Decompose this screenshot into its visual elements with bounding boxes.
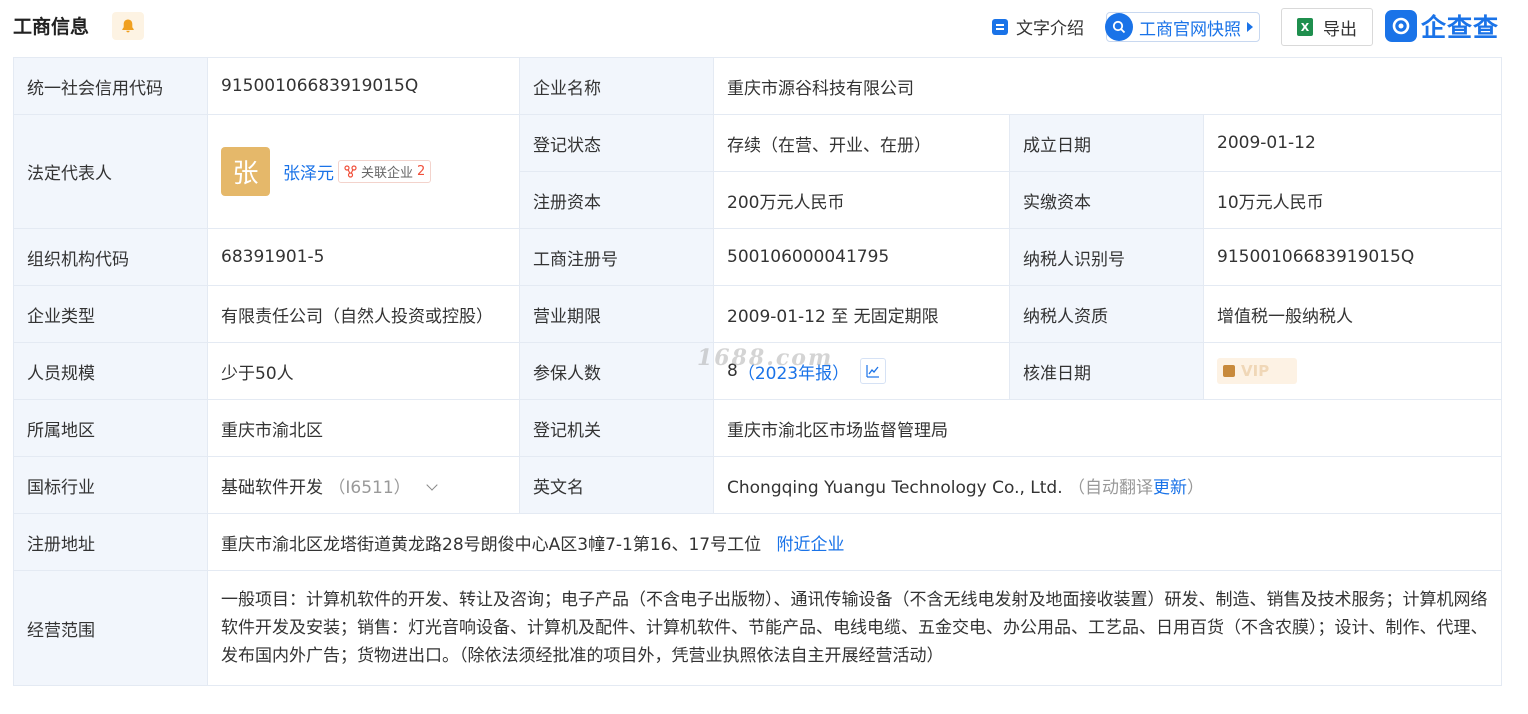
document-icon: [992, 18, 1008, 35]
vip-locked-badge[interactable]: VIP: [1217, 358, 1297, 384]
field-label: 组织机构代码: [13, 228, 208, 286]
lock-icon: [1223, 365, 1235, 377]
company-name-value: 重庆市源谷科技有限公司: [712, 57, 1503, 115]
avatar: 张: [221, 147, 270, 196]
insured-trend-button[interactable]: [860, 358, 887, 384]
field-label: 纳税人资质: [1009, 285, 1204, 343]
watermark: 1688.com: [697, 345, 834, 371]
field-label: 人员规模: [13, 342, 208, 400]
org-code-value: 68391901-5: [207, 228, 520, 286]
field-label: 统一社会信用代码: [13, 57, 208, 115]
legal-rep-link[interactable]: 张泽元: [283, 159, 334, 184]
field-label: 成立日期: [1009, 114, 1204, 172]
field-label: 企业类型: [13, 285, 208, 343]
table-row: 统一社会信用代码 91500106683919015Q 企业名称 重庆市源谷科技…: [13, 57, 1503, 115]
snapshot-search-icon: [1105, 13, 1133, 41]
found-date-value: 2009-01-12: [1202, 114, 1503, 172]
field-label: 经营范围: [13, 570, 208, 686]
reg-status-value: 存续（在营、开业、在册）: [713, 114, 1010, 172]
field-label: 工商注册号: [519, 228, 714, 286]
credit-code-value: 91500106683919015Q: [207, 57, 520, 115]
text-intro-label: 文字介绍: [1016, 19, 1084, 39]
export-label: 导出: [1323, 19, 1357, 40]
company-type-value: 有限责任公司（自然人投资或控股）: [207, 285, 520, 343]
field-label: 注册资本: [519, 171, 714, 229]
approve-date-cell: VIP: [1202, 342, 1503, 400]
related-label: 关联企业: [361, 166, 414, 181]
biz-reg-no-value: 500106000041795: [713, 228, 1010, 286]
section-title: 工商信息: [13, 16, 90, 38]
industry-code: （I6511）: [328, 477, 411, 498]
field-label: 国标行业: [13, 456, 208, 514]
address-cell: 重庆市渝北区龙塔街道黄龙路28号朗俊中心A区3幢7-1第16、17号工位 附近企…: [206, 513, 1503, 571]
table-row: 企业类型 有限责任公司（自然人投资或控股） 营业期限 2009-01-12 至 …: [13, 285, 1503, 343]
table-row: 注册地址 重庆市渝北区龙塔街道黄龙路28号朗俊中心A区3幢7-1第16、17号工…: [13, 513, 1503, 571]
reg-authority-value: 重庆市渝北区市场监督管理局: [712, 399, 1503, 457]
field-label: 登记机关: [519, 399, 714, 457]
text-intro-button[interactable]: 文字介绍: [992, 14, 1084, 39]
table-row: 经营范围 一般项目：计算机软件的开发、转让及咨询；电子产品（不含电子出版物）、通…: [13, 570, 1503, 686]
table-row: 所属地区 重庆市渝北区 登记机关 重庆市渝北区市场监督管理局: [13, 399, 1503, 457]
field-label: 登记状态: [519, 114, 714, 172]
qcc-logo-icon: [1385, 10, 1417, 42]
business-scope-value: 一般项目：计算机软件的开发、转让及咨询；电子产品（不含电子出版物）、通讯传输设备…: [206, 570, 1503, 686]
logo-text: 企查查: [1421, 13, 1500, 42]
field-label: 企业名称: [519, 57, 714, 115]
address-value: 重庆市渝北区龙塔街道黄龙路28号朗俊中心A区3幢7-1第16、17号工位: [221, 534, 762, 555]
close-paren: ）: [1187, 477, 1205, 498]
legal-rep-cell: 张 张泽元 关联企业 2: [207, 114, 520, 229]
field-label: 注册地址: [13, 513, 208, 571]
business-info-table: 统一社会信用代码 91500106683919015Q 企业名称 重庆市源谷科技…: [13, 57, 1503, 686]
english-name-cell: Chongqing Yuangu Technology Co., Ltd. （自…: [712, 456, 1503, 514]
section-header: 工商信息 文字介绍 工商官网快照 X 导出 企查查: [0, 0, 1528, 57]
field-label: 核准日期: [1009, 342, 1204, 400]
reg-capital-value: 200万元人民币: [713, 171, 1010, 229]
region-value: 重庆市渝北区: [207, 399, 520, 457]
industry-cell[interactable]: 基础软件开发 （I6511）: [207, 456, 520, 514]
excel-icon: X: [1297, 18, 1313, 36]
staff-size-value: 少于50人: [207, 342, 520, 400]
snapshot-label: 工商官网快照: [1139, 19, 1241, 40]
chevron-down-icon[interactable]: [426, 478, 438, 491]
table-row: 法定代表人 张 张泽元 关联企业 2 登记状态 存续（在营、开业、在册） 成立日…: [13, 114, 1503, 229]
english-name-value: Chongqing Yuangu Technology Co., Ltd.: [727, 477, 1063, 498]
table-row: 组织机构代码 68391901-5 工商注册号 500106000041795 …: [13, 228, 1503, 286]
official-snapshot-button[interactable]: 工商官网快照: [1105, 12, 1260, 42]
field-label: 纳税人识别号: [1009, 228, 1204, 286]
subscribe-bell-button[interactable]: [112, 12, 144, 40]
field-label: 英文名: [519, 456, 714, 514]
relation-icon: [344, 165, 357, 178]
field-label: 所属地区: [13, 399, 208, 457]
caret-right-icon: [1247, 22, 1253, 32]
table-row: 国标行业 基础软件开发 （I6511） 英文名 Chongqing Yuangu…: [13, 456, 1503, 514]
bell-icon: [122, 19, 134, 33]
taxpayer-id-value: 91500106683919015Q: [1202, 228, 1503, 286]
biz-term-value: 2009-01-12 至 无固定期限: [713, 285, 1010, 343]
taxpayer-qual-value: 增值税一般纳税人: [1202, 285, 1503, 343]
field-label: 参保人数: [519, 342, 714, 400]
chart-icon: [866, 365, 880, 378]
export-button[interactable]: X 导出: [1281, 8, 1373, 46]
related-count: 2: [417, 164, 426, 179]
field-label: 营业期限: [519, 285, 714, 343]
paid-capital-value: 10万元人民币: [1202, 171, 1503, 229]
field-label: 实缴资本: [1009, 171, 1204, 229]
update-translation-link[interactable]: 更新: [1153, 478, 1187, 498]
nearby-companies-link[interactable]: 附近企业: [777, 535, 845, 555]
industry-value: 基础软件开发: [221, 477, 323, 498]
related-companies-badge[interactable]: 关联企业 2: [338, 160, 432, 183]
qcc-logo: 企查查: [1385, 8, 1499, 44]
vip-label: VIP: [1241, 362, 1270, 380]
field-label: 法定代表人: [13, 114, 208, 229]
auto-translate-note: （自动翻译: [1068, 477, 1154, 498]
